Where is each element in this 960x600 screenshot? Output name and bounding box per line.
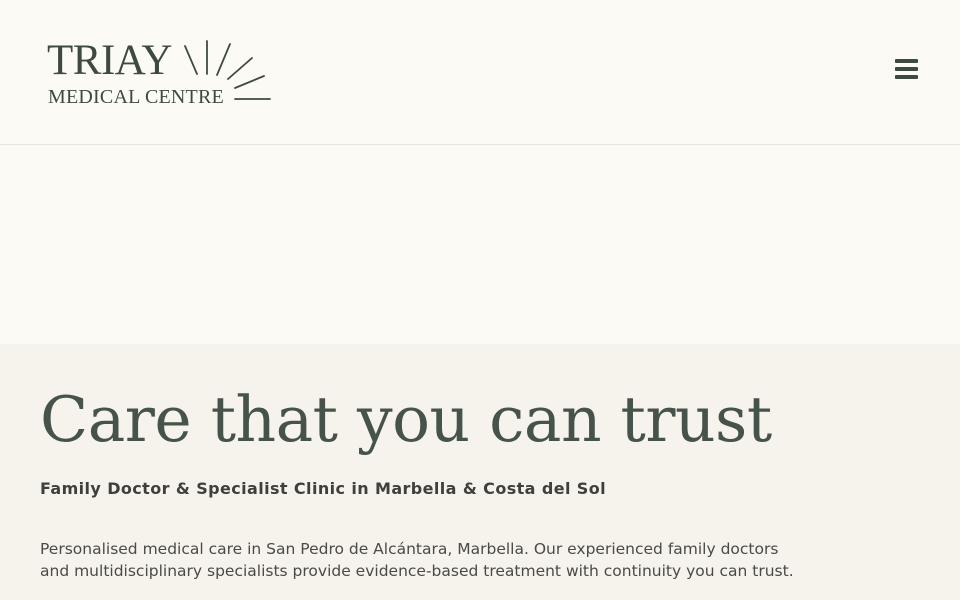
banner-placeholder xyxy=(0,146,960,344)
hero-description-line-1: Personalised medical care in San Pedro d… xyxy=(40,540,779,558)
site-header: TRIAY MEDICAL CENTRE xyxy=(0,0,960,145)
hero-subtitle: Family Doctor & Specialist Clinic in Mar… xyxy=(40,479,607,498)
site-logo-link[interactable]: TRIAY MEDICAL CENTRE xyxy=(47,38,277,110)
hero-description-line-2: and multidisciplinary specialists provid… xyxy=(40,562,794,580)
hero-description: Personalised medical care in San Pedro d… xyxy=(40,538,840,582)
logo-subtitle: MEDICAL CENTRE xyxy=(48,86,224,108)
hero-title: Care that you can trust xyxy=(40,383,772,456)
logo-title: TRIAY xyxy=(47,37,172,84)
hamburger-menu-button[interactable] xyxy=(888,53,924,85)
hamburger-menu-icon xyxy=(894,59,918,79)
